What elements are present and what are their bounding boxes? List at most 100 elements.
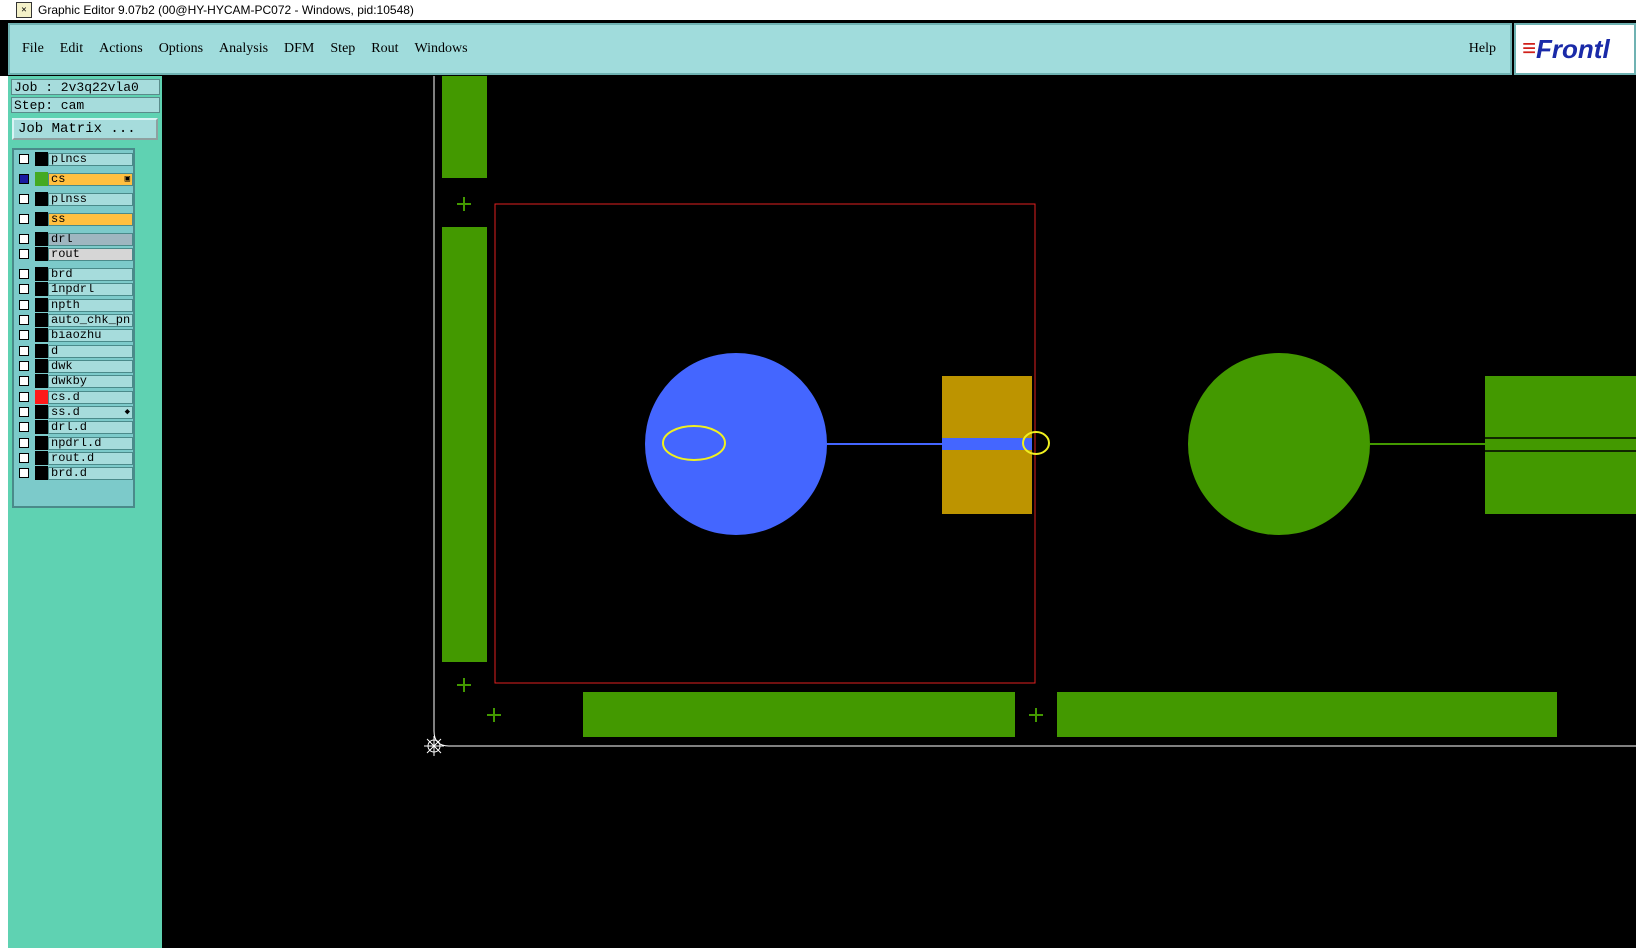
layer-color-swatch[interactable] — [35, 420, 48, 434]
menu-analysis[interactable]: Analysis — [219, 41, 268, 57]
layer-name[interactable]: drl — [48, 232, 133, 246]
canvas-background[interactable] — [162, 76, 1636, 948]
layer-checkbox[interactable] — [19, 407, 29, 417]
layer-name[interactable]: plnss — [48, 192, 133, 206]
graphic-canvas[interactable] — [162, 76, 1636, 948]
layer-name[interactable]: ss.d ◆ — [48, 405, 133, 419]
menu-step[interactable]: Step — [330, 41, 355, 57]
layer-checkbox[interactable] — [19, 422, 29, 432]
layer-name[interactable]: biaozhu — [48, 328, 133, 342]
layer-name[interactable]: 1npdrl — [48, 282, 133, 296]
menu-file[interactable]: File — [22, 41, 44, 57]
layer-row-cs[interactable]: cs ▣ — [16, 172, 133, 186]
layer-checkbox[interactable] — [19, 468, 29, 478]
layer-row-dwk[interactable]: dwk — [16, 359, 133, 373]
layer-color-swatch[interactable] — [35, 232, 48, 246]
layer-color-swatch[interactable] — [35, 436, 48, 450]
layer-checkbox[interactable] — [19, 174, 29, 184]
selected-smd-trace[interactable] — [942, 438, 1032, 450]
layer-color-swatch[interactable] — [35, 313, 48, 327]
layer-color-swatch[interactable] — [35, 344, 48, 358]
layer-color-swatch[interactable] — [35, 374, 48, 388]
layer-row-ss[interactable]: ss — [16, 212, 133, 226]
layer-color-swatch[interactable] — [35, 451, 48, 465]
layer-checkbox[interactable] — [19, 300, 29, 310]
layer-checkbox[interactable] — [19, 392, 29, 402]
layer-row-rout[interactable]: rout — [16, 247, 133, 261]
layer-row-auto-chk-pn[interactable]: auto_chk_pn — [16, 313, 133, 327]
selected-round-pad[interactable] — [645, 353, 827, 535]
layer-color-swatch[interactable] — [35, 247, 48, 261]
menu-dfm[interactable]: DFM — [284, 41, 314, 57]
layer-name[interactable]: plncs — [48, 152, 133, 166]
layer-checkbox[interactable] — [19, 214, 29, 224]
layer-name[interactable]: npdrl.d — [48, 436, 133, 450]
layer-color-swatch[interactable] — [35, 192, 48, 206]
layer-color-swatch[interactable] — [35, 282, 48, 296]
layer-name[interactable]: dwk — [48, 359, 133, 373]
layer-row-plncs[interactable]: plncs — [16, 152, 133, 166]
layer-row-brd-d[interactable]: brd.d — [16, 466, 133, 480]
layer-name[interactable]: brd.d — [48, 466, 133, 480]
layer-checkbox[interactable] — [19, 438, 29, 448]
layer-name[interactable]: rout — [48, 247, 133, 261]
layer-color-swatch[interactable] — [35, 359, 48, 373]
layer-color-swatch[interactable] — [35, 328, 48, 342]
layer-checkbox[interactable] — [19, 453, 29, 463]
layer-checkbox[interactable] — [19, 194, 29, 204]
edge-pad-left[interactable] — [442, 227, 487, 662]
layer-checkbox[interactable] — [19, 376, 29, 386]
layer-row-cs-d[interactable]: cs.d — [16, 390, 133, 404]
edge-pad-bottom-left[interactable] — [583, 692, 1015, 737]
layer-row-drl-d[interactable]: drl.d — [16, 420, 133, 434]
layer-color-swatch[interactable] — [35, 466, 48, 480]
layer-row-d[interactable]: d — [16, 344, 133, 358]
menu-edit[interactable]: Edit — [60, 41, 83, 57]
layer-color-swatch[interactable] — [35, 390, 48, 404]
layer-checkbox[interactable] — [19, 315, 29, 325]
layer-checkbox[interactable] — [19, 284, 29, 294]
layer-checkbox[interactable] — [19, 269, 29, 279]
layer-name[interactable]: d — [48, 344, 133, 358]
layer-color-swatch[interactable] — [35, 405, 48, 419]
layer-row-brd[interactable]: brd — [16, 267, 133, 281]
layer-name[interactable]: brd — [48, 267, 133, 281]
layer-row-biaozhu[interactable]: biaozhu — [16, 328, 133, 342]
layer-color-swatch[interactable] — [35, 172, 48, 186]
job-matrix-button[interactable]: Job Matrix ... — [12, 118, 158, 140]
round-pad-right[interactable] — [1188, 353, 1370, 535]
layer-name[interactable]: auto_chk_pn — [48, 313, 133, 327]
edge-pad-bottom-right[interactable] — [1057, 692, 1557, 737]
layer-name[interactable]: cs ▣ — [48, 172, 133, 186]
layer-checkbox[interactable] — [19, 361, 29, 371]
layer-row-rout-d[interactable]: rout.d — [16, 451, 133, 465]
layer-checkbox[interactable] — [19, 154, 29, 164]
layer-checkbox[interactable] — [19, 234, 29, 244]
layer-row-dwkby[interactable]: dwkby — [16, 374, 133, 388]
layer-checkbox[interactable] — [19, 330, 29, 340]
menu-rout[interactable]: Rout — [371, 41, 398, 57]
layer-row-plnss[interactable]: plnss — [16, 192, 133, 206]
layer-checkbox[interactable] — [19, 346, 29, 356]
layer-name[interactable]: npth — [48, 298, 133, 312]
layer-color-swatch[interactable] — [35, 212, 48, 226]
layer-row-npdrl-d[interactable]: npdrl.d — [16, 436, 133, 450]
layer-checkbox[interactable] — [19, 249, 29, 259]
menu-windows[interactable]: Windows — [415, 41, 468, 57]
layer-name[interactable]: drl.d — [48, 420, 133, 434]
menu-help[interactable]: Help — [1469, 41, 1496, 57]
layer-color-swatch[interactable] — [35, 267, 48, 281]
layer-row-drl[interactable]: drl — [16, 232, 133, 246]
smd-pad-right[interactable] — [1485, 376, 1636, 514]
layer-color-swatch[interactable] — [35, 298, 48, 312]
layer-row-1npdrl[interactable]: 1npdrl — [16, 282, 133, 296]
menu-options[interactable]: Options — [159, 41, 203, 57]
layer-row-npth[interactable]: npth — [16, 298, 133, 312]
layer-color-swatch[interactable] — [35, 152, 48, 166]
edge-pad-top[interactable] — [442, 76, 487, 178]
layer-row-ss-d[interactable]: ss.d ◆ — [16, 405, 133, 419]
layer-name[interactable]: ss — [48, 212, 133, 226]
menu-actions[interactable]: Actions — [99, 41, 143, 57]
layer-name[interactable]: dwkby — [48, 374, 133, 388]
layer-name[interactable]: cs.d — [48, 390, 133, 404]
